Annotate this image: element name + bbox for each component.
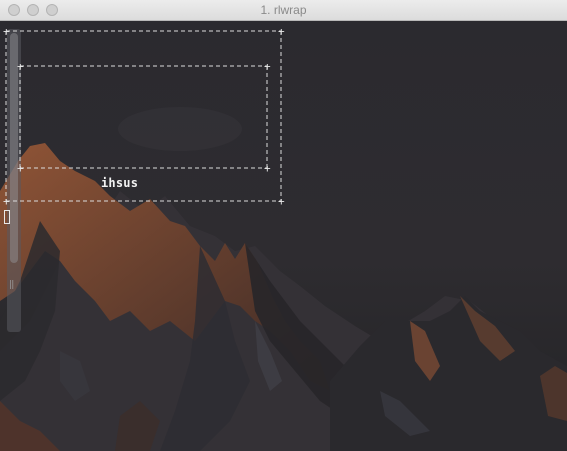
svg-text:+: +	[264, 162, 271, 175]
terminal-cursor	[4, 210, 10, 224]
svg-text:+: +	[17, 162, 24, 175]
title-bar[interactable]: 1. rlwrap	[0, 0, 567, 21]
ascii-box-drawing: + + + + + + + +	[3, 25, 285, 208]
window-title: 1. rlwrap	[260, 3, 307, 17]
terminal-area[interactable]: ‖ + + + + + + + + ihsus	[0, 21, 567, 451]
terminal-window: 1. rlwrap ‖ + + + + + + + + ihsus	[0, 0, 567, 451]
svg-text:+: +	[17, 60, 24, 73]
svg-text:+: +	[264, 60, 271, 73]
svg-text:+: +	[278, 195, 285, 208]
box-label: ihsus	[101, 176, 139, 190]
svg-text:+: +	[3, 195, 10, 208]
svg-text:+: +	[278, 25, 285, 38]
svg-text:+: +	[3, 25, 10, 38]
